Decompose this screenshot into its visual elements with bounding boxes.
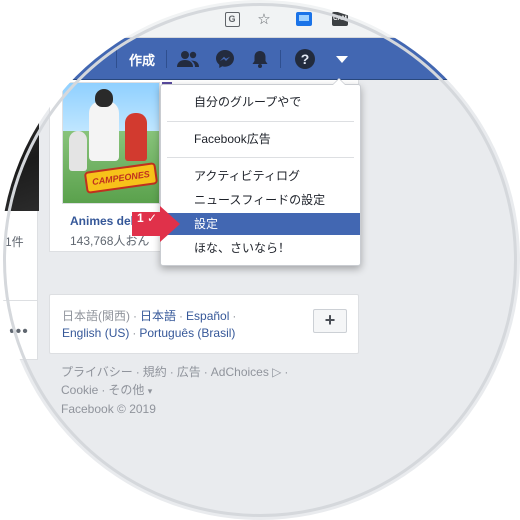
translate-icon[interactable]: G xyxy=(222,9,242,29)
language-link[interactable]: 日本語 xyxy=(140,309,176,323)
footer-link[interactable]: 規約 xyxy=(143,365,167,379)
browser-toolbar: G ☆ CAM xyxy=(0,0,520,38)
menu-divider xyxy=(167,121,354,122)
menu-item-facebook-ads[interactable]: Facebook広告 xyxy=(161,128,360,150)
help-icon[interactable]: ? xyxy=(293,47,317,71)
notifications-bell-icon[interactable] xyxy=(248,47,272,71)
menu-item-settings[interactable]: 設定 xyxy=(161,213,360,235)
bookmark-star-icon[interactable]: ☆ xyxy=(254,9,274,29)
translate-glyph: G xyxy=(224,11,240,27)
friends-icon[interactable] xyxy=(176,47,200,71)
account-menu-icon[interactable] xyxy=(330,47,354,71)
create-link[interactable]: 作成 xyxy=(129,50,155,69)
menu-item-log-out[interactable]: ほな、さいなら！ xyxy=(161,237,360,259)
facebook-top-nav: 作成 ? xyxy=(0,38,520,80)
extension-icon[interactable]: CAM xyxy=(330,9,350,29)
language-link[interactable]: Español xyxy=(186,309,229,323)
footer-link[interactable]: その他 xyxy=(108,383,144,397)
messenger-icon[interactable] xyxy=(213,47,237,71)
group-thumbnail[interactable]: CAMPEONES xyxy=(62,82,160,204)
nav-divider xyxy=(166,50,167,68)
left-card-more: ••• xyxy=(0,300,38,360)
menu-item-activity-log[interactable]: アクティビティログ xyxy=(161,165,360,187)
current-language: 日本語(関西) xyxy=(62,309,130,323)
nav-divider xyxy=(116,50,117,68)
group-thumbnail-logo: CAMPEONES xyxy=(83,162,159,194)
nav-divider xyxy=(280,50,281,68)
account-dropdown-menu: 自分のグループやで Facebook広告 アクティビティログ ニュースフィードの… xyxy=(160,78,361,266)
extension-icon[interactable] xyxy=(294,9,314,29)
footer-link[interactable]: AdChoices ▷ xyxy=(211,365,282,379)
menu-item-news-feed-settings[interactable]: ニュースフィードの設定 xyxy=(161,189,360,211)
footer-link[interactable]: Cookie xyxy=(61,383,98,397)
help-glyph: ? xyxy=(295,49,315,69)
more-caret-icon: ▾ xyxy=(147,386,153,396)
language-card: 日本語(関西) · 日本語 · Español · English (US) · Portug… xyxy=(49,294,359,354)
more-options-icon[interactable]: ••• xyxy=(9,323,29,341)
annotation-step-label: 1 ✓ xyxy=(137,211,158,225)
language-link[interactable]: Português (Brasil) xyxy=(139,326,235,340)
language-row: 日本語(関西) · 日本語 · Español · xyxy=(62,309,237,323)
footer-links: プライバシー · 規約 · 広告 · AdChoices ▷ · Cookie · その他 ▾ F… xyxy=(61,365,289,416)
language-link[interactable]: English (US) xyxy=(62,326,129,340)
footer-link[interactable]: 広告 xyxy=(177,365,201,379)
extension-label: CAM xyxy=(332,12,348,26)
screenshot-stage: G ☆ CAM 作成 ? 1件 ••• CAMPEONES Animes del… xyxy=(0,0,520,520)
menu-divider xyxy=(167,157,354,158)
add-language-button[interactable]: + xyxy=(313,309,347,333)
caret-down-icon xyxy=(336,55,348,63)
menu-item-my-groups[interactable]: 自分のグループやで xyxy=(161,91,360,113)
footer-link[interactable]: プライバシー xyxy=(61,365,133,379)
left-count: 1件 xyxy=(5,235,24,249)
left-thumbnail xyxy=(0,91,39,211)
footer-copyright: Facebook © 2019 xyxy=(61,402,156,416)
language-row: English (US) · Português (Brasil) xyxy=(62,326,236,340)
